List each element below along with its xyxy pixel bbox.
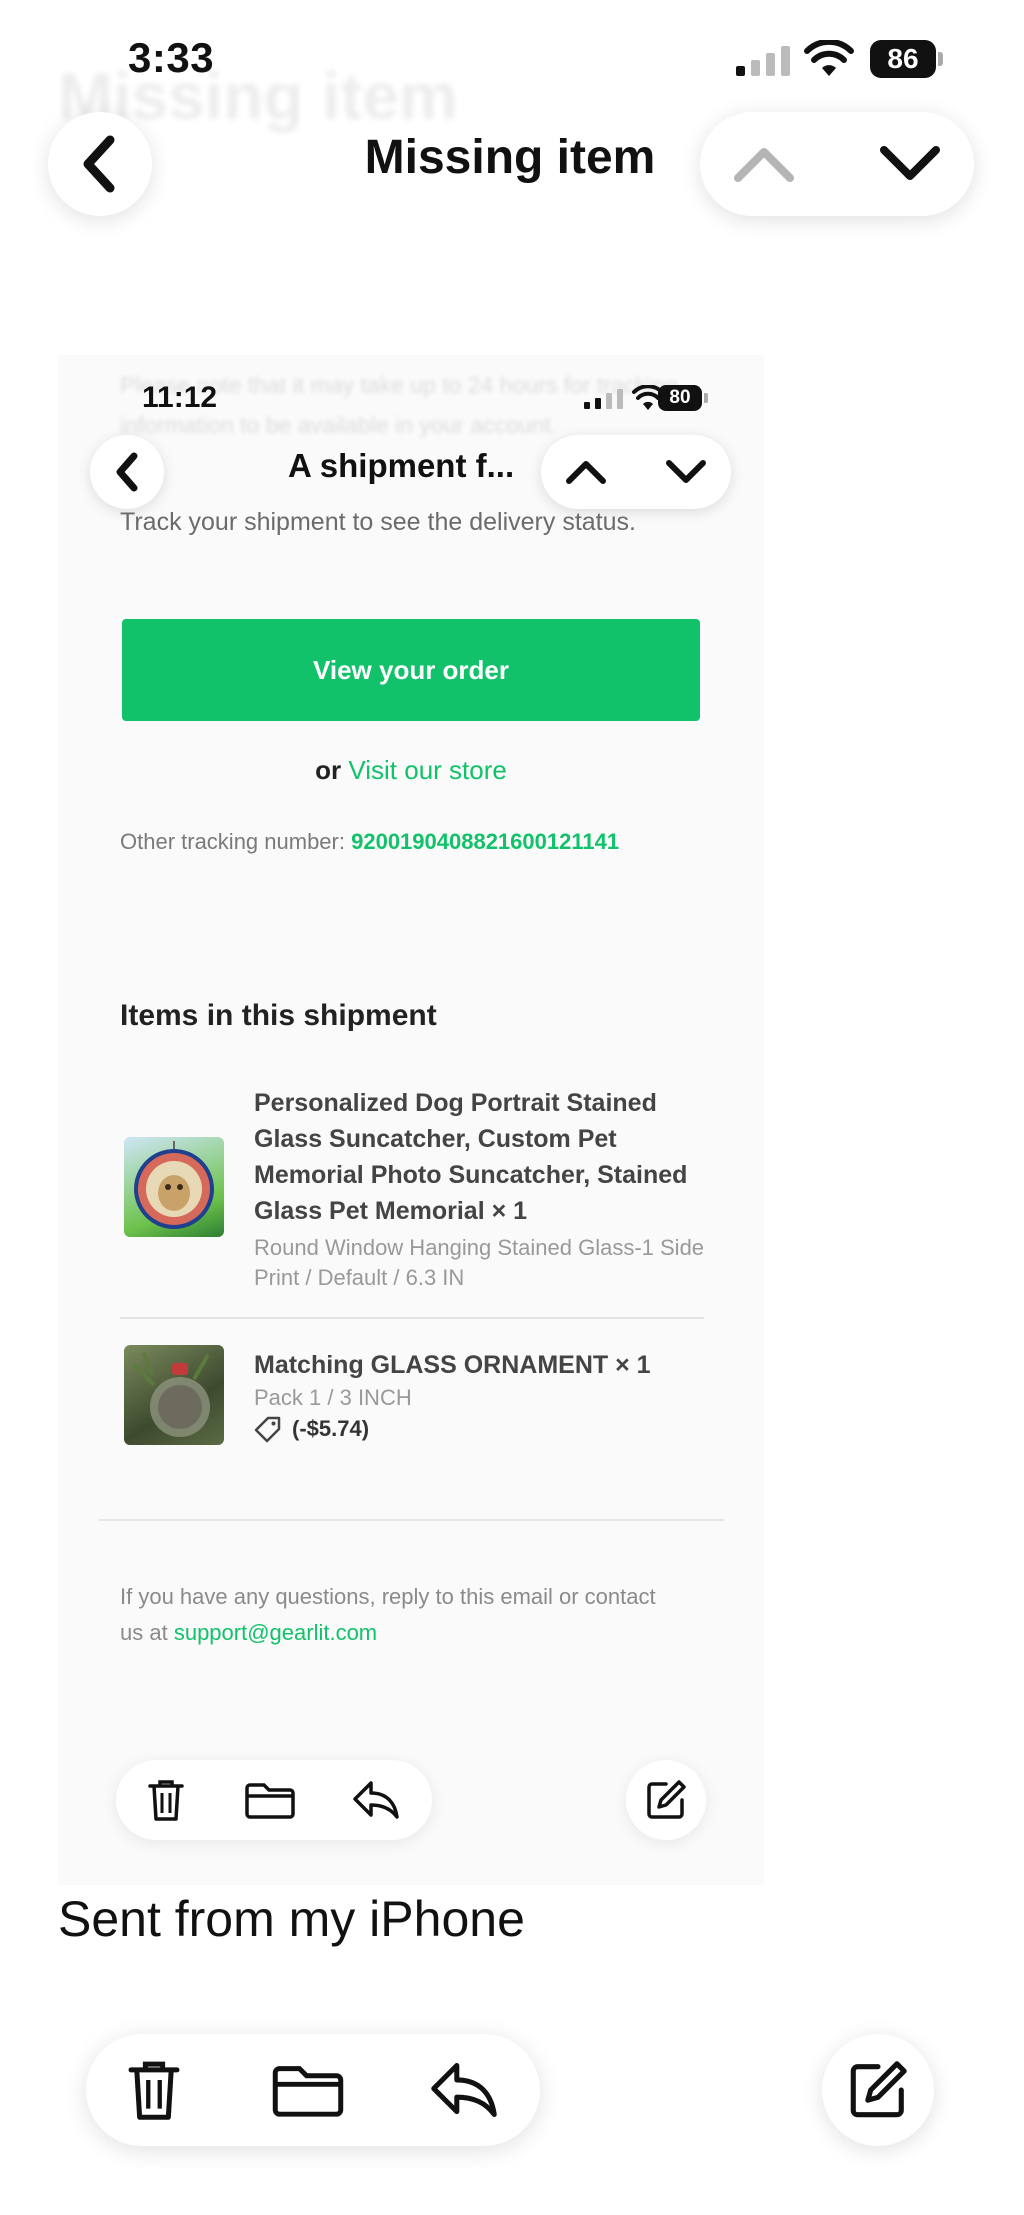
back-button[interactable] [48, 112, 152, 216]
view-order-button: View your order [122, 619, 700, 721]
chevron-down-icon [880, 146, 940, 180]
mail-toolbar [86, 2034, 540, 2146]
embedded-battery-level: 80 [658, 385, 702, 411]
or-label: or [315, 755, 342, 785]
discount-amount: (-$5.74) [292, 1416, 370, 1441]
trash-icon [138, 1772, 194, 1828]
chevron-left-icon [116, 452, 138, 492]
battery-level: 86 [870, 40, 936, 78]
product-thumbnail [124, 1137, 224, 1237]
chevron-left-icon [83, 135, 115, 193]
divider [120, 1317, 704, 1319]
support-email-link: support@gearlit.com [173, 1620, 378, 1645]
embedded-signal-icon [584, 389, 623, 409]
visit-store-line: or Visit our store [58, 755, 764, 786]
contact-text: If you have any questions, reply to this… [120, 1579, 680, 1651]
battery-icon: 86 [870, 40, 946, 78]
product-thumbnail [124, 1345, 224, 1445]
chevron-up-icon [566, 461, 606, 484]
wifi-icon [804, 40, 854, 76]
reply-icon [431, 2063, 497, 2117]
status-time: 3:33 [128, 34, 215, 81]
price-tag-icon [254, 1416, 281, 1443]
items-heading: Items in this shipment [120, 999, 437, 1032]
track-shipment-text: Track your shipment to see the delivery … [120, 508, 636, 536]
item-variant: Round Window Hanging Stained Glass-1 Sid… [254, 1235, 705, 1290]
item-title: Matching GLASS ORNAMENT × 1 [254, 1351, 651, 1379]
embedded-title: A shipment f... [288, 447, 515, 484]
divider [98, 1519, 724, 1521]
delete-button[interactable] [116, 2052, 192, 2128]
move-to-folder-button[interactable] [270, 2052, 346, 2128]
email-body-text: Sent from my iPhone [58, 1891, 525, 1947]
compose-icon [626, 1760, 706, 1840]
previous-message-button[interactable] [730, 130, 798, 198]
visit-store-link: Visit our store [348, 755, 507, 785]
tracking-number-link: 9200190408821600121141 [351, 829, 620, 854]
compose-button[interactable] [822, 2034, 934, 2146]
chevron-up-icon [734, 148, 794, 182]
trash-icon [128, 2061, 180, 2120]
embedded-down-button [659, 445, 713, 499]
embedded-up-button [559, 445, 613, 499]
item-variant: Pack 1 / 3 INCH [254, 1385, 412, 1410]
item-discount: (-$5.74) [254, 1415, 369, 1443]
message-nav [700, 112, 974, 216]
item-title: Personalized Dog Portrait Stained Glass … [254, 1089, 688, 1225]
embedded-message-nav [541, 435, 731, 509]
folder-icon [272, 2066, 344, 2117]
reply-icon [348, 1772, 404, 1828]
embedded-status-time: 11:12 [142, 381, 218, 414]
attached-screenshot[interactable]: Please note that it may take up to 24 ho… [58, 355, 764, 1885]
folder-icon [242, 1772, 298, 1828]
embedded-battery-icon: 80 [658, 385, 708, 411]
reply-button[interactable] [426, 2052, 502, 2128]
next-message-button[interactable] [876, 130, 944, 198]
cellular-signal-icon [736, 46, 790, 76]
chevron-down-icon [666, 460, 706, 483]
compose-icon [850, 2061, 907, 2118]
page-title: Missing item [364, 131, 656, 184]
other-tracking: Other tracking number: 92001904088216001… [120, 829, 619, 855]
other-tracking-label: Other tracking number: [120, 829, 345, 854]
embedded-toolbar [116, 1760, 432, 1840]
embedded-back-button [90, 435, 164, 509]
